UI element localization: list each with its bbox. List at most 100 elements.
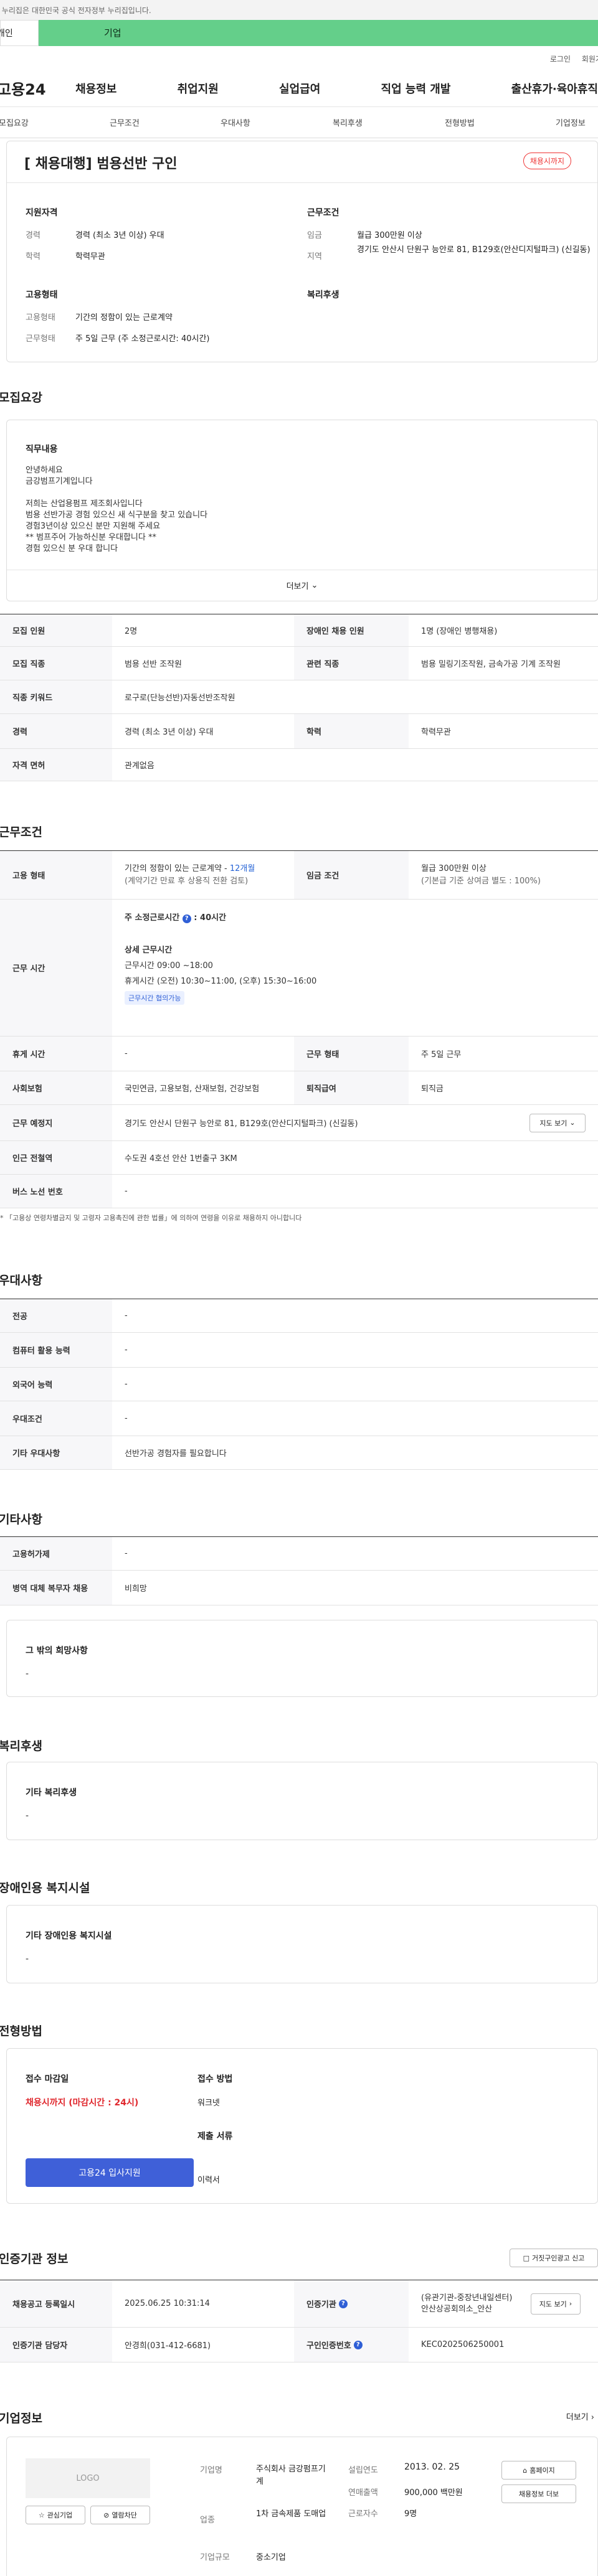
etc-box-value: -: [26, 1669, 29, 1679]
duty-content: 안녕하세요 금강범프기계입니다 저희는 산업용펌프 제조회사입니다 범용 선반가…: [26, 465, 207, 555]
table-row: 고용 형태 기간의 정함이 있는 근로계약 - 12개월 (계약기간 만료 후 …: [0, 851, 598, 900]
weekly-hours-label: 주 소정근로시간: [125, 913, 180, 923]
gov-notice-bar: 이 누리집은 대한민국 공식 전자정부 누리집입니다.: [0, 0, 598, 20]
career-value: 경력 (최소 3년 이상) 우대: [75, 231, 164, 240]
disabled-box-title: 기타 장애인용 복지시설: [26, 1931, 112, 1941]
chevron-down-icon: ⌄: [311, 580, 318, 590]
false-ad-report-button[interactable]: □ 거짓구인광고 신고: [510, 2249, 598, 2267]
employment-heading: 고용형태: [26, 290, 58, 300]
section-anchor-tabs: 모집요강 근무조건 우대사항 복리후생 전형방법 기업정보: [0, 107, 598, 138]
etc-heading: 기타사항: [0, 1513, 42, 1526]
contract-months: 12개월: [229, 863, 255, 873]
table-row: 기타 우대사항 선반가공 경험자를 필요합니다: [0, 1436, 598, 1470]
recruit-table: 모집 인원 2명 장애인 채용 인원 1명 (장애인 병행채용) 모집 직종 범…: [0, 614, 598, 781]
employment-type: 기간의 정함이 있는 근로계약: [125, 863, 222, 873]
education-value: 학력무관: [75, 252, 105, 261]
duty-line: 저희는 산업용펌프 제조회사입니다: [26, 499, 143, 509]
home-icon: ⌂: [523, 2466, 528, 2475]
anchor-recruit[interactable]: 모집요강: [0, 116, 110, 128]
method-value: 워크넷: [197, 2099, 220, 2108]
wage-sub: (기본급 기준 상여금 별도 : 100%): [421, 876, 541, 886]
signup-link[interactable]: 회원가입: [582, 55, 598, 63]
company-jobs-button[interactable]: 채용정보 더보: [501, 2484, 576, 2503]
agency-label: 인증기관: [306, 2300, 336, 2310]
homepage-button[interactable]: ⌂ 홈페이지: [501, 2461, 576, 2480]
table-row: 근무 예정지 경기도 안산시 단원구 능안로 81, B129호(안산디지털파크…: [0, 1105, 598, 1141]
detail-hours-1: 근무시간 09:00 ~18:00: [125, 961, 213, 971]
area-label: 지역: [307, 252, 322, 261]
gnb-item-jobs[interactable]: 채용정보: [75, 80, 116, 96]
company-scale-value: 중소기업: [256, 2553, 286, 2562]
agency-map-button[interactable]: 지도 보기 ›: [531, 2293, 581, 2315]
welfare-box-value: -: [26, 1811, 29, 1821]
more-button[interactable]: 더보기 ⌄: [7, 570, 597, 601]
sales-label: 연매출액: [348, 2488, 378, 2498]
company-name-value: 주식회사 금강펌프기계: [256, 2465, 326, 2486]
duty-line: 금강범프기계입니다: [26, 477, 93, 486]
founded-value: 2013. 02. 25: [404, 2462, 460, 2472]
welfare-heading: 복리후생: [307, 290, 339, 300]
tab-personal[interactable]: 개인: [0, 20, 39, 46]
company-more-link[interactable]: 더보기 ›: [566, 2410, 594, 2422]
conditions-heading: 근무조건: [0, 825, 42, 839]
qualification-heading: 지원자격: [26, 208, 58, 218]
anchor-welfare[interactable]: 복리후생: [333, 116, 445, 128]
brand-logo[interactable]: 고용24: [0, 77, 67, 99]
map-view-button[interactable]: 지도 보기 ⌄: [529, 1113, 586, 1132]
education-label: 학력: [26, 252, 40, 261]
apply-button[interactable]: 고용24 입사지원: [26, 2158, 194, 2187]
wage-label: 임금: [307, 231, 322, 240]
deadline-value: 채용시까지 (마감시간 : 24시): [26, 2098, 139, 2108]
conditions-table: 고용 형태 기간의 정함이 있는 근로계약 - 12개월 (계약기간 만료 후 …: [0, 850, 598, 1208]
company-name-label: 기업명: [200, 2466, 222, 2475]
disabled-box-value: -: [26, 1954, 29, 1964]
employees-label: 근로자수: [348, 2509, 378, 2519]
docs-value: 이력서: [197, 2176, 220, 2185]
work-form-label: 근무형태: [26, 334, 55, 344]
anchor-conditions[interactable]: 근무조건: [110, 116, 221, 128]
gnb-item-training[interactable]: 직업 능력 개발: [381, 80, 451, 96]
tab-business[interactable]: 기업: [39, 20, 598, 46]
table-row: 고용허가제 -: [0, 1537, 598, 1571]
anchor-preference[interactable]: 우대사항: [221, 116, 333, 128]
gnb-item-unemployment-benefit[interactable]: 실업급여: [279, 80, 320, 96]
duty-title: 직무내용: [26, 444, 58, 454]
disabled-box: 기타 장애인용 복지시설 -: [6, 1905, 598, 1983]
anchor-selection[interactable]: 전형방법: [445, 116, 556, 128]
table-row: 인증기관 담당자 안경희(031-412-6681) 구인인증번호? KEC02…: [0, 2328, 598, 2362]
industry-value: 1차 금속제품 도매업: [256, 2509, 326, 2519]
duty-line: 안녕하세요: [26, 466, 63, 475]
block-view-button[interactable]: ⊘ 열람차단: [90, 2506, 150, 2524]
method-label: 접수 방법: [197, 2074, 233, 2084]
duty-line: 경험3년이상 있으신 분만 지원해 주세요: [26, 522, 161, 531]
flex-hours-badge: 근무시간 협의가능: [125, 991, 185, 1005]
login-link[interactable]: 로그인: [550, 55, 571, 63]
etc-box-title: 그 밖의 희망사항: [26, 1646, 88, 1656]
job-title: [ 채용대행] 범용선반 구인: [24, 156, 178, 172]
work-form-value: 주 5일 근무 (주 소정근로시간: 40시간): [75, 334, 210, 344]
interest-company-button[interactable]: ☆ 관심기업: [26, 2506, 85, 2524]
deadline-label: 접수 마감일: [26, 2074, 69, 2084]
disabled-heading: 장애인용 복지시설: [0, 1881, 90, 1895]
welfare-box: 기타 복리후생 -: [6, 1762, 598, 1840]
block-icon: ⊘: [103, 2511, 110, 2519]
career-label: 경력: [26, 231, 40, 240]
gnb-item-employment-support[interactable]: 취업지원: [178, 80, 219, 96]
area-value: 경기도 안산시 단원구 능안로 81, B129호(안산디지털파크) (신길동): [357, 245, 591, 255]
info-icon[interactable]: ?: [338, 2299, 348, 2308]
wage-condition: 월급 300만원 이상: [421, 863, 486, 873]
info-icon[interactable]: ?: [353, 2340, 363, 2349]
duty-line: 범용 선반가공 경험 있으신 새 식구분을 찾고 있습니다: [26, 510, 208, 520]
gnb-item-parental-leave[interactable]: 출산휴가·육아휴직: [511, 80, 598, 96]
wage-value: 월급 300만원 이상: [357, 231, 422, 240]
welfare-box-title: 기타 복리후생: [26, 1788, 77, 1798]
chevron-right-icon: ›: [591, 2413, 594, 2422]
preference-table: 전공 - 컴퓨터 활용 능력 - 외국어 능력 - 우대조건 - 기타 우대사항…: [0, 1299, 598, 1470]
table-row: 병역 대체 복무자 채용 비희망: [0, 1571, 598, 1605]
table-row: 전공 -: [0, 1299, 598, 1333]
company-logo: LOGO: [26, 2458, 150, 2498]
anchor-company[interactable]: 기업정보: [556, 116, 586, 128]
info-icon[interactable]: ?: [182, 914, 191, 923]
duty-line: [26, 487, 207, 499]
employment-type-label: 고용형태: [26, 313, 55, 322]
